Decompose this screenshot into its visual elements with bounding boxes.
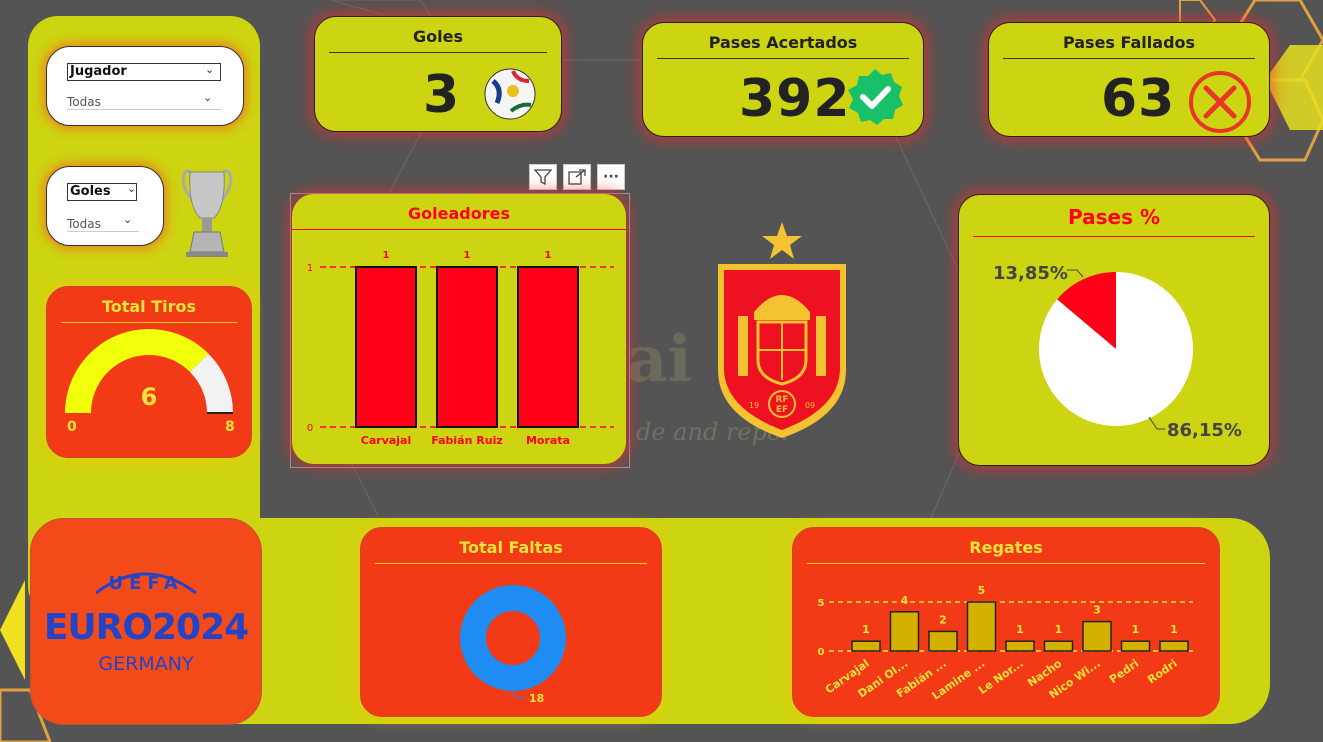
goleadores-chart: 0 1 1 Carvajal 1 Fabián Ruiz 1 Morata — [307, 250, 614, 447]
data-label: 1 — [383, 250, 390, 261]
pases-acertados-value: 392 — [739, 69, 851, 129]
football-icon — [484, 68, 536, 120]
data-label: 1 — [1016, 623, 1024, 636]
logo-germany: GERMANY — [98, 653, 194, 675]
pases-acertados-title: Pases Acertados — [708, 33, 858, 52]
leader-line — [1148, 416, 1165, 430]
x-tick-label: Pedri — [1107, 657, 1141, 686]
data-label: 1 — [545, 250, 552, 261]
goleadores-card: Goleadores 0 1 1 Carvajal 1 Fabián Ruiz 1 Morat… — [292, 194, 626, 464]
euro2024-logo: UEFA EURO2024 GERMANY — [30, 518, 262, 725]
donut-ring — [460, 585, 566, 691]
title-divider — [1003, 58, 1255, 59]
total-tiros-min: 0 — [67, 419, 77, 435]
close-circle-icon — [1189, 71, 1251, 133]
filter-icon[interactable] — [529, 164, 557, 190]
pases-fallados-title: Pases Fallados — [1062, 33, 1196, 52]
goles-kpi-title: Goles — [413, 27, 463, 46]
regates-chart: 051Carvajal4Dani Ol...2Fabián ...5Lamine… — [818, 584, 1193, 703]
title-divider — [329, 52, 547, 53]
total-faltas-card: Total Faltas 18 — [360, 527, 662, 717]
total-tiros-max: 8 — [225, 419, 235, 435]
title-divider — [657, 58, 909, 59]
goles-kpi-value: 3 — [423, 65, 461, 125]
pie-label: 13,85% — [993, 263, 1068, 284]
data-label: 1 — [1132, 623, 1140, 636]
bar — [517, 266, 579, 428]
jugador-slicer-value[interactable]: Todas — [67, 95, 221, 110]
x-tick-label: Carvajal — [361, 434, 411, 447]
data-label: 1 — [1055, 623, 1063, 636]
data-label: 1 — [464, 250, 471, 261]
check-badge-icon — [848, 69, 903, 125]
trophy-icon — [181, 169, 233, 257]
bar — [1043, 640, 1074, 652]
pases-acertados-kpi-card: Pases Acertados 392 — [642, 22, 924, 137]
data-label: 1 — [1170, 623, 1178, 636]
chevron-down-icon[interactable]: ⌄ — [205, 63, 214, 76]
donut-label: 18 — [529, 692, 544, 705]
x-tick-label: Fabián Ruiz — [431, 434, 503, 447]
regates-card: Regates 0 5 1 Carvajal 4 Dani Ol... 2 Fabián ..… — [792, 527, 1220, 717]
bar — [1120, 640, 1151, 652]
bar — [1005, 640, 1035, 652]
logo-euro2024: EURO2024 — [43, 607, 249, 648]
data-label: 5 — [978, 584, 986, 597]
chevron-down-icon[interactable]: ⌄ — [203, 91, 212, 104]
crest-year-left: 19 — [749, 401, 759, 410]
pie-label: 86,15% — [1167, 420, 1242, 441]
pases-pct-card: Pases % 13,85% 86,15% — [958, 194, 1270, 466]
total-tiros-card: Total Tiros 6 0 8 — [46, 286, 252, 458]
pases-fallados-kpi-card: Pases Fallados 63 — [988, 22, 1270, 137]
total-tiros-value: 6 — [140, 383, 158, 411]
pases-fallados-value: 63 — [1101, 69, 1176, 129]
y-tick-label: 0 — [818, 647, 825, 658]
more-options-icon[interactable]: ··· — [597, 164, 625, 190]
data-label: 3 — [1093, 604, 1101, 617]
goles-kpi-card: Goles 3 — [314, 16, 562, 132]
bar — [1159, 640, 1189, 652]
total-faltas-donut: 18 — [460, 585, 566, 705]
data-label: 2 — [939, 613, 947, 626]
data-label: 1 — [862, 623, 870, 636]
spain-crest: RF EF 19 09 — [718, 222, 846, 438]
logo-uefa: UEFA — [108, 573, 184, 594]
pases-pie-chart: 13,85% 86,15% — [993, 263, 1242, 441]
bar — [436, 266, 498, 428]
crest-badge-top: RF — [775, 395, 788, 405]
y-tick-label: 5 — [818, 598, 825, 609]
chevron-down-icon[interactable]: ⌄ — [123, 213, 132, 226]
leader-line — [510, 689, 525, 699]
jugador-slicer-label: Jugador — [67, 63, 221, 81]
goles-slicer[interactable]: Goles ⌄ Todas ⌄ — [46, 166, 164, 246]
total-tiros-gauge — [65, 329, 233, 414]
bar — [1082, 620, 1112, 652]
x-tick-label: Morata — [526, 434, 570, 447]
leader-line — [1067, 269, 1084, 278]
chevron-down-icon[interactable]: ⌄ — [127, 182, 136, 195]
bar — [851, 640, 881, 652]
focus-mode-icon[interactable] — [563, 164, 591, 190]
star-icon — [762, 222, 802, 259]
crest-badge-bottom: EF — [776, 405, 788, 415]
bar — [966, 601, 997, 652]
jugador-slicer[interactable]: Jugador ⌄ Todas ⌄ — [46, 46, 244, 126]
bar — [889, 611, 920, 652]
crest-year-right: 09 — [805, 401, 815, 410]
data-label: 4 — [901, 594, 909, 607]
bar — [355, 266, 417, 428]
bar — [928, 630, 958, 652]
y-tick-label: 1 — [307, 263, 313, 274]
y-tick-label: 0 — [307, 423, 313, 434]
x-tick-label: Rodri — [1145, 657, 1180, 687]
